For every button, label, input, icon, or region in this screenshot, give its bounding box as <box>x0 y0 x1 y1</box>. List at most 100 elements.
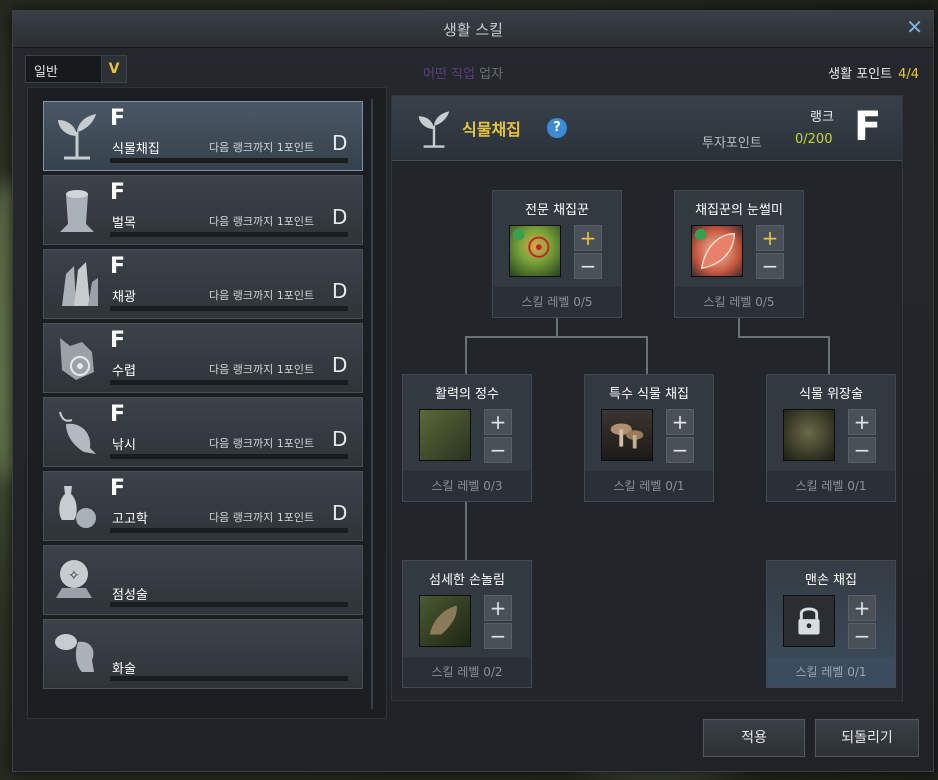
remove-point-button[interactable]: − <box>666 437 694 463</box>
category-rank: F <box>110 328 126 353</box>
category-progress-bar <box>110 232 348 237</box>
category-dropdown[interactable]: 일반 V <box>25 55 127 83</box>
add-point-button[interactable]: + <box>848 595 876 621</box>
category-hunting[interactable]: F 수렵 다음 랭크까지 1포인트 D <box>43 323 363 393</box>
category-name: 수렵 <box>112 364 136 379</box>
skill-node-bare-hand-gathering: 맨손 채집 + − 스킬 레벨 0/1 <box>766 560 896 688</box>
close-icon[interactable]: ✕ <box>906 15 923 39</box>
remove-point-button[interactable]: − <box>484 623 512 649</box>
category-rank: F <box>110 402 126 427</box>
skill-name: 맨손 채집 <box>805 573 857 588</box>
life-points-value: 4/4 <box>898 67 919 82</box>
category-progress-bar <box>110 454 348 459</box>
category-name: 식물채집 <box>112 142 160 157</box>
category-name: 고고학 <box>112 512 148 527</box>
skill-tree-header: 식물채집 ? 랭크 투자포인트 0/200 F <box>392 96 902 161</box>
mushroom-icon[interactable] <box>601 409 653 461</box>
remove-point-button[interactable]: − <box>484 437 512 463</box>
ghillie-icon[interactable] <box>783 409 835 461</box>
skill-level: 스킬 레벨 0/5 <box>493 287 621 317</box>
category-next-rank: D <box>332 427 348 451</box>
category-next-rank: D <box>332 205 348 229</box>
rank-value: F <box>854 104 882 150</box>
tree-stump-icon <box>60 190 94 232</box>
rank-label: 랭크 <box>810 110 834 125</box>
skill-node-special-plant: 특수 식물 채집 + − 스킬 레벨 0/1 <box>584 374 714 502</box>
remove-point-button[interactable]: − <box>574 253 602 279</box>
invest-points-value: 0/200 <box>795 132 833 147</box>
category-fishing[interactable]: F 낚시 다음 랭크까지 1포인트 D <box>43 397 363 467</box>
skill-name: 활력의 정수 <box>435 387 499 402</box>
invest-points-label: 투자포인트 <box>702 136 762 151</box>
revert-button[interactable]: 되돌리기 <box>815 719 919 757</box>
skill-level: 스킬 레벨 0/1 <box>585 471 713 501</box>
skill-level: 스킬 레벨 0/2 <box>403 657 531 687</box>
category-hint: 다음 랭크까지 1포인트 <box>209 511 315 524</box>
skill-node-expert-gatherer: 전문 채집꾼 + − 스킬 레벨 0/5 <box>492 190 622 318</box>
leaf-icon[interactable] <box>691 225 743 277</box>
skill-level: 스킬 레벨 0/3 <box>403 471 531 501</box>
window-title: 생활 스킬 <box>443 21 503 39</box>
add-point-button[interactable]: + <box>574 225 602 251</box>
skill-level: 스킬 레벨 0/1 <box>767 471 895 501</box>
tree-connector <box>738 336 829 338</box>
category-next-rank: D <box>332 353 348 377</box>
category-rank: F <box>110 180 126 205</box>
skill-name: 채집꾼의 눈썰미 <box>695 203 783 218</box>
remove-point-button[interactable]: − <box>756 253 784 279</box>
tree-spirit-icon[interactable] <box>419 409 471 461</box>
category-progress-bar <box>110 602 348 607</box>
apply-button[interactable]: 적용 <box>703 719 805 757</box>
skill-tree-panel: 식물채집 ? 랭크 투자포인트 0/200 F 전문 채집꾼 + − 스킬 레벨… <box>391 95 903 701</box>
category-speech[interactable]: 화술 <box>43 619 363 689</box>
herb-target-icon[interactable] <box>509 225 561 277</box>
skill-node-plant-camouflage: 식물 위장술 + − 스킬 레벨 0/1 <box>766 374 896 502</box>
category-logging[interactable]: F 벌목 다음 랭크까지 1포인트 D <box>43 175 363 245</box>
remove-point-button[interactable]: − <box>848 437 876 463</box>
remove-point-button[interactable]: − <box>848 623 876 649</box>
add-point-button[interactable]: + <box>756 225 784 251</box>
category-name: 채광 <box>112 290 136 305</box>
dropdown-value: 일반 <box>34 65 58 80</box>
tree-connector <box>465 500 467 560</box>
add-point-button[interactable]: + <box>848 409 876 435</box>
category-progress-bar <box>110 380 348 385</box>
skill-name: 특수 식물 채집 <box>608 387 690 402</box>
help-icon[interactable]: ? <box>547 118 567 138</box>
skill-node-vitality-essence: 활력의 정수 + − 스킬 레벨 0/3 <box>402 374 532 502</box>
life-points: 생활 포인트 4/4 <box>828 63 919 82</box>
skill-level: 스킬 레벨 0/1 <box>767 657 895 687</box>
skill-level: 스킬 레벨 0/5 <box>675 287 803 317</box>
category-gathering[interactable]: F 식물채집 다음 랭크까지 1포인트 D <box>43 101 363 171</box>
category-progress-bar <box>110 158 348 163</box>
skill-name: 식물 위장술 <box>799 387 863 402</box>
category-name: 낚시 <box>112 438 136 453</box>
category-name: 벌목 <box>112 216 136 231</box>
fish-icon <box>59 411 96 454</box>
chevron-down-icon[interactable]: V <box>101 56 126 82</box>
tree-connector <box>465 336 648 338</box>
tree-connector <box>828 336 830 374</box>
category-hint: 다음 랭크까지 1포인트 <box>209 215 315 228</box>
category-archaeology[interactable]: F 고고학 다음 랭크까지 1포인트 D <box>43 471 363 541</box>
tree-connector <box>646 336 648 374</box>
category-name: 화술 <box>112 662 136 677</box>
category-mining[interactable]: F 채광 다음 랭크까지 1포인트 D <box>43 249 363 319</box>
skill-name: 섬세한 손놀림 <box>429 573 505 588</box>
faded-tab-a: 어떤 직업 <box>423 67 475 82</box>
category-progress-bar <box>110 528 348 533</box>
category-hint: 다음 랭크까지 1포인트 <box>209 363 315 376</box>
hand-icon[interactable] <box>419 595 471 647</box>
add-point-button[interactable]: + <box>484 595 512 621</box>
skill-node-gatherer-eye: 채집꾼의 눈썰미 + − 스킬 레벨 0/5 <box>674 190 804 318</box>
lock-icon[interactable] <box>783 595 835 647</box>
add-point-button[interactable]: + <box>484 409 512 435</box>
category-rank: F <box>110 476 126 501</box>
category-next-rank: D <box>332 501 348 525</box>
speech-icon <box>55 634 94 672</box>
category-astrology[interactable]: ✧ 점성술 <box>43 545 363 615</box>
astrology-icon: ✧ <box>56 560 92 598</box>
sprout-icon <box>58 114 96 160</box>
tree-connector <box>556 316 558 336</box>
add-point-button[interactable]: + <box>666 409 694 435</box>
